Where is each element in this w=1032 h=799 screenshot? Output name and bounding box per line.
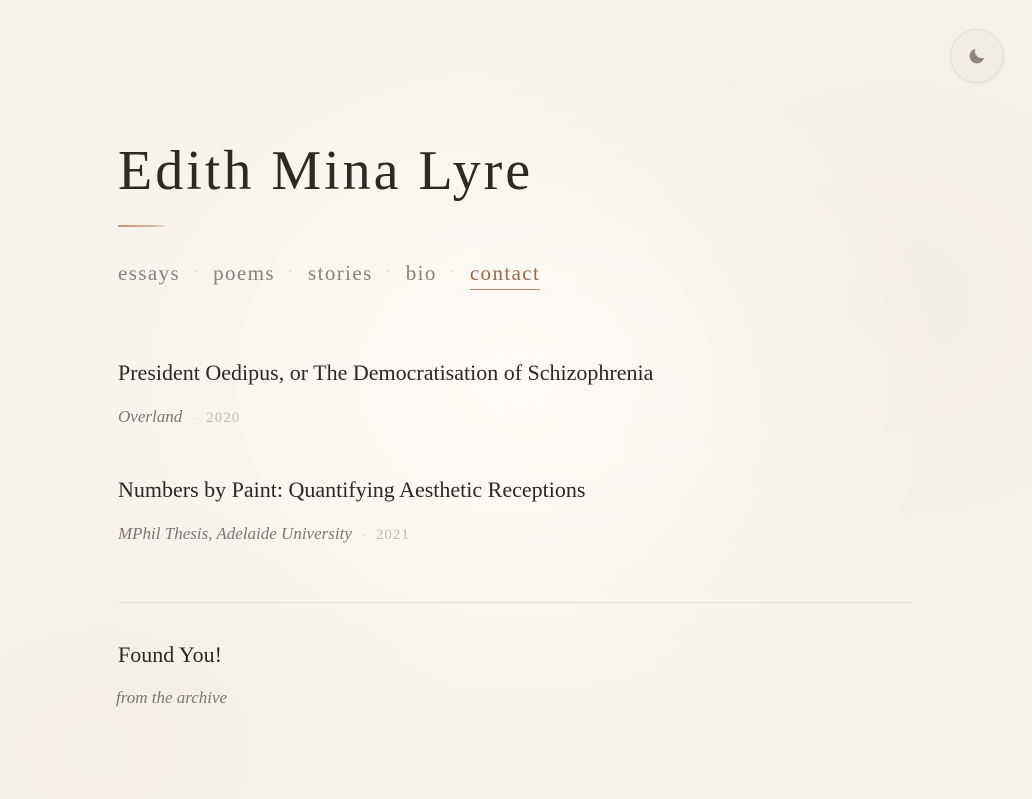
nav-item-bio[interactable]: bio — [406, 258, 437, 289]
nav-item-essays[interactable]: essays — [118, 258, 180, 289]
meta-separator: · — [192, 411, 197, 425]
nav-item-poems[interactable]: poems — [213, 258, 275, 289]
archive-subtitle: from the archive — [116, 688, 228, 707]
entry-title[interactable]: Numbers by Paint: Quantifying Aesthetic … — [118, 477, 585, 503]
entry-year: 2021 — [375, 527, 410, 543]
theme-toggle-button[interactable] — [950, 29, 1004, 83]
nav-item-contact[interactable]: contact — [469, 258, 541, 290]
main-nav: essays · poems · stories · bio · contact — [118, 258, 541, 292]
entry-title[interactable]: President Oedipus, or The Democratisatio… — [118, 360, 653, 386]
site-title[interactable]: Edith Mina Lyre — [118, 138, 533, 204]
entry-venue: MPhil Thesis, Adelaide University — [118, 524, 352, 543]
nav-separator: · — [287, 265, 295, 280]
title-accent-rule — [118, 225, 166, 227]
nav-separator: · — [449, 265, 456, 280]
section-divider — [118, 602, 913, 603]
nav-item-stories[interactable]: stories — [308, 258, 373, 289]
nav-separator: · — [385, 265, 392, 280]
entry-meta: Overland · 2020 — [118, 407, 240, 427]
archive-title[interactable]: Found You! — [118, 642, 222, 668]
entry-meta: MPhil Thesis, Adelaide University · 2021 — [118, 524, 410, 544]
meta-separator: · — [361, 528, 366, 542]
entry-year: 2020 — [206, 410, 241, 426]
entry-venue: Overland — [118, 407, 183, 426]
nav-separator: · — [193, 265, 200, 280]
moon-icon — [967, 46, 987, 66]
